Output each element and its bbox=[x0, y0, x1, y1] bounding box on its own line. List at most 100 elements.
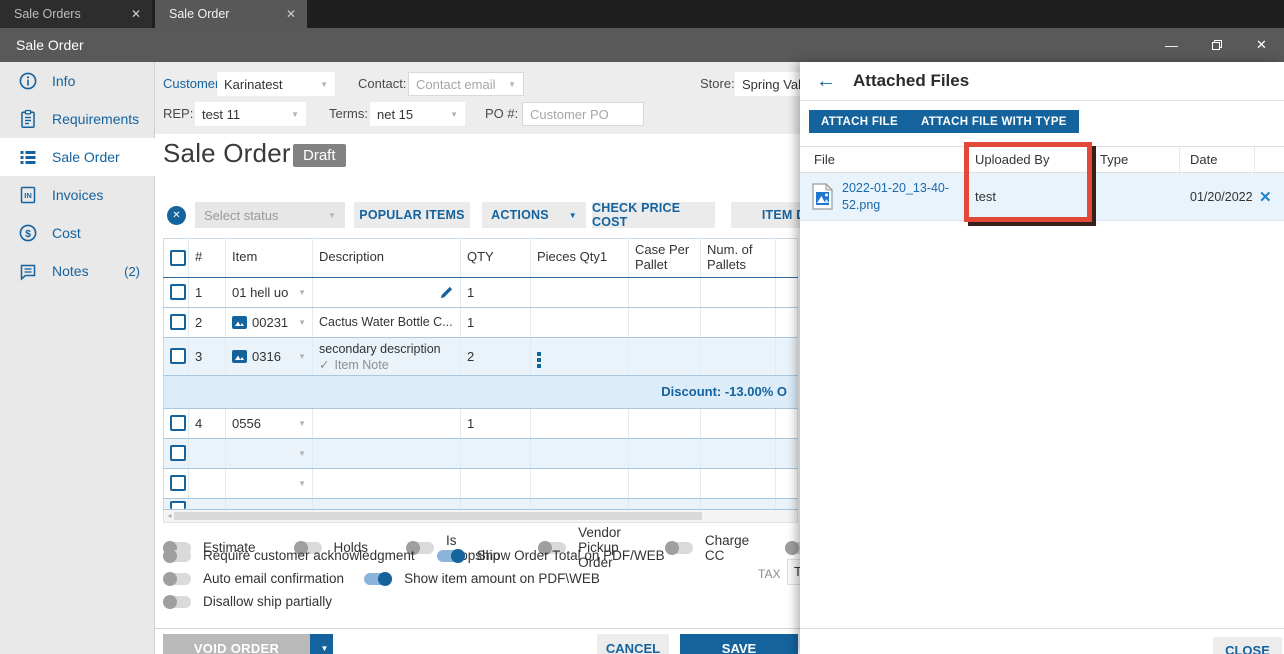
show-order-total-toggle[interactable] bbox=[436, 548, 465, 563]
date-cell: 01/20/2022 bbox=[1190, 189, 1253, 204]
sidebar-item-requirements[interactable]: Requirements bbox=[0, 100, 154, 138]
table-row-empty[interactable]: ▼ bbox=[163, 468, 798, 499]
sidebar: Info Requirements Sale Order IN Invoices… bbox=[0, 62, 156, 654]
attach-file-with-type-button[interactable]: ATTACH FILE WITH TYPE bbox=[909, 110, 1079, 133]
close-icon[interactable]: ✕ bbox=[131, 7, 141, 21]
table-row[interactable]: 4 0556 ▼ 1 bbox=[163, 408, 798, 439]
table-row-empty[interactable]: ▼ bbox=[163, 438, 798, 469]
charge-cc-toggle[interactable] bbox=[664, 540, 693, 555]
row-checkbox[interactable] bbox=[170, 415, 186, 432]
page-title: Sale Order bbox=[163, 138, 291, 168]
item-dropdown[interactable]: 0316 ▼ bbox=[232, 349, 306, 364]
item-dropdown[interactable]: 00231 ▼ bbox=[232, 315, 306, 330]
sidebar-item-info[interactable]: Info bbox=[0, 62, 154, 100]
popular-items-button[interactable]: POPULAR ITEMS bbox=[354, 202, 470, 228]
attach-file-button[interactable]: ATTACH FILE bbox=[809, 110, 910, 133]
panel-title: Attached Files bbox=[853, 71, 970, 90]
sidebar-item-notes[interactable]: Notes (2) bbox=[0, 252, 154, 290]
tab-sale-order[interactable]: Sale Order ✕ bbox=[155, 0, 307, 28]
row-checkbox[interactable] bbox=[170, 314, 186, 331]
sidebar-item-label: Requirements bbox=[52, 111, 140, 127]
svg-text:$: $ bbox=[25, 228, 31, 240]
extra-toggle[interactable] bbox=[785, 540, 800, 555]
horizontal-scrollbar[interactable]: ◄ bbox=[163, 509, 798, 523]
rep-label: REP: bbox=[163, 106, 194, 121]
restore-icon bbox=[1211, 40, 1222, 50]
order-form-strip: Customer: Karinatest ▼ Contact: Contact … bbox=[155, 62, 800, 134]
sidebar-item-label: Sale Order bbox=[52, 149, 120, 165]
sidebar-item-cost[interactable]: $ Cost bbox=[0, 214, 154, 252]
auto-email-toggle[interactable] bbox=[163, 571, 191, 586]
row-checkbox[interactable] bbox=[170, 284, 186, 301]
item-dropdown[interactable]: 0556 ▼ bbox=[232, 416, 306, 431]
row-checkbox[interactable] bbox=[170, 475, 186, 492]
item-note: ✓ Item Note bbox=[319, 357, 389, 373]
row-checkbox[interactable] bbox=[170, 348, 186, 365]
rep-select[interactable]: test 11 ▼ bbox=[195, 102, 306, 126]
workspace: Info Requirements Sale Order IN Invoices… bbox=[0, 62, 1284, 654]
check-price-cost-button[interactable]: CHECK PRICE COST bbox=[592, 201, 715, 229]
customer-select[interactable]: Karinatest ▼ bbox=[217, 72, 335, 96]
row-menu-icon[interactable] bbox=[537, 352, 541, 369]
window-title-bar: Sale Order — ✕ bbox=[0, 28, 1284, 62]
toggle-row-2: Require customer acknowledgment Show Ord… bbox=[163, 548, 665, 563]
panel-footer-divider bbox=[800, 628, 1284, 654]
select-all-checkbox[interactable] bbox=[170, 249, 186, 266]
actions-button[interactable]: ACTIONS ▼ bbox=[482, 202, 586, 228]
tab-sale-orders[interactable]: Sale Orders ✕ bbox=[0, 0, 152, 28]
chevron-down-icon: ▼ bbox=[450, 109, 458, 119]
void-order-menu-button[interactable]: ▼ bbox=[310, 634, 333, 654]
item-details-button[interactable]: ITEM DETA bbox=[731, 202, 800, 228]
edit-pencil-icon[interactable] bbox=[439, 285, 454, 300]
close-panel-button[interactable]: CLOSE bbox=[1213, 637, 1282, 654]
sidebar-item-label: Invoices bbox=[52, 187, 104, 203]
close-icon[interactable]: ✕ bbox=[286, 7, 296, 21]
select-status-dropdown[interactable]: Select status ▼ bbox=[195, 202, 345, 228]
terms-label: Terms: bbox=[329, 106, 368, 121]
col-qty: QTY bbox=[460, 238, 531, 278]
void-order-button[interactable]: VOID ORDER bbox=[163, 634, 310, 654]
tab-label: Sale Order bbox=[169, 7, 230, 21]
item-dropdown[interactable]: ▼ bbox=[232, 449, 306, 458]
delete-file-icon[interactable]: ✕ bbox=[1259, 188, 1272, 206]
sale-order-main: Customer: Karinatest ▼ Contact: Contact … bbox=[155, 62, 800, 654]
terms-select[interactable]: net 15 ▼ bbox=[370, 102, 465, 126]
toggle-row-4: Disallow ship partially bbox=[163, 594, 332, 609]
clear-status-icon[interactable]: ✕ bbox=[167, 206, 186, 225]
disallow-partial-toggle[interactable] bbox=[163, 594, 191, 609]
restore-button[interactable] bbox=[1194, 28, 1239, 62]
close-button[interactable]: ✕ bbox=[1239, 28, 1284, 62]
tax-field[interactable]: T bbox=[787, 559, 800, 585]
po-input[interactable]: Customer PO bbox=[522, 102, 644, 126]
status-badge: Draft bbox=[293, 144, 346, 167]
window-controls: — ✕ bbox=[1149, 28, 1284, 62]
sidebar-item-label: Info bbox=[52, 73, 76, 89]
table-row[interactable]: 2 00231 ▼ Cactus Water Bottle C... 1 bbox=[163, 307, 798, 338]
scrollbar-thumb[interactable] bbox=[174, 511, 702, 520]
back-arrow-icon[interactable]: ← bbox=[816, 71, 836, 91]
sidebar-item-invoices[interactable]: IN Invoices bbox=[0, 176, 154, 214]
sidebar-item-sale-order[interactable]: Sale Order bbox=[0, 138, 156, 176]
table-row[interactable]: 3 0316 ▼ secondary description ✓ Item Note… bbox=[163, 337, 798, 376]
save-button[interactable]: SAVE bbox=[680, 634, 798, 654]
scroll-left-icon[interactable]: ◄ bbox=[166, 513, 173, 520]
store-label: Store: bbox=[700, 76, 735, 91]
chevron-down-icon: ▼ bbox=[320, 643, 329, 653]
item-dropdown[interactable]: ▼ bbox=[232, 479, 306, 488]
cancel-button[interactable]: CANCEL bbox=[597, 634, 669, 654]
require-ack-toggle[interactable] bbox=[163, 548, 191, 563]
table-row[interactable]: 1 01 hell uo ▼ 1 bbox=[163, 277, 798, 308]
file-link[interactable]: 2022-01-20_13-40-52.png bbox=[842, 180, 954, 213]
row-checkbox[interactable] bbox=[170, 500, 186, 509]
clipboard-icon bbox=[21, 109, 35, 128]
store-select[interactable]: Spring Valle bbox=[735, 72, 800, 96]
window-title: Sale Order bbox=[16, 37, 84, 53]
contact-select[interactable]: Contact email ▼ bbox=[408, 72, 524, 96]
row-checkbox[interactable] bbox=[170, 445, 186, 462]
col-num-pallets: Num. of Pallets bbox=[700, 238, 776, 278]
item-dropdown[interactable]: 01 hell uo ▼ bbox=[232, 285, 306, 300]
panel-header: ← Attached Files bbox=[800, 62, 1284, 101]
minimize-button[interactable]: — bbox=[1149, 28, 1194, 62]
list-icon bbox=[20, 151, 36, 164]
show-item-amount-toggle[interactable] bbox=[364, 571, 393, 586]
